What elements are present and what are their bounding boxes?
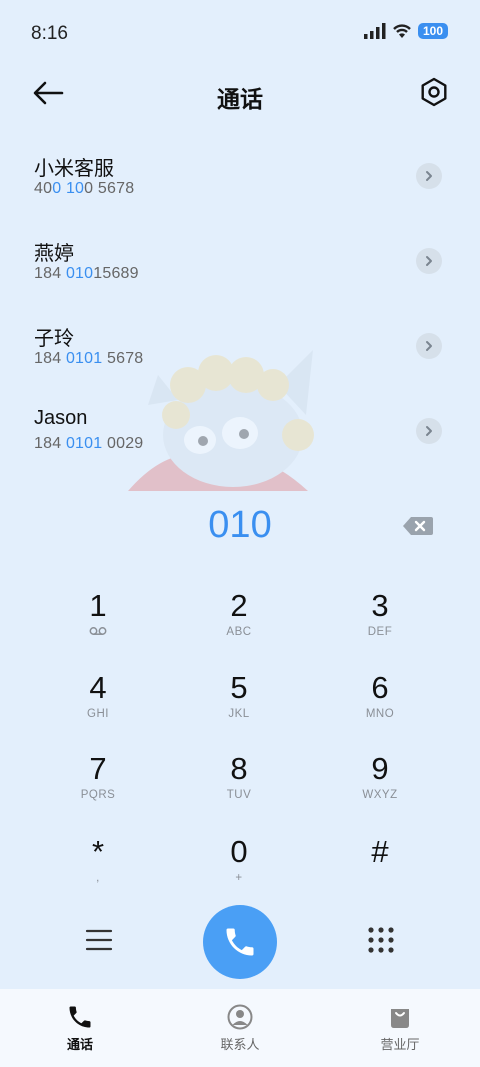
contact-number: 400 100 5678 (34, 180, 135, 197)
key-digit: 3 (371, 588, 389, 623)
contact-detail-button[interactable] (416, 418, 442, 444)
nav-item-calls[interactable]: 通话 (0, 989, 160, 1067)
menu-button[interactable] (84, 926, 114, 954)
page-title: 通话 (217, 86, 263, 112)
phone-icon (226, 928, 254, 956)
key-letters: PQRS (80, 789, 116, 801)
chevron-right-icon (426, 426, 432, 436)
key-letters: JKL (228, 708, 250, 720)
backspace-button[interactable] (402, 515, 434, 537)
backspace-icon (403, 517, 433, 535)
header: 通话 (0, 66, 480, 122)
key-3[interactable]: 3 DEF (320, 588, 440, 660)
nav-item-service-hall[interactable]: 营业厅 (320, 989, 480, 1067)
settings-button[interactable] (418, 76, 450, 108)
hamburger-menu-icon (85, 929, 113, 951)
key-digit: 6 (371, 670, 389, 705)
nav-item-contacts[interactable]: 联系人 (160, 989, 320, 1067)
chevron-right-icon (426, 171, 432, 181)
dialpad-icon (368, 927, 394, 953)
shopping-bag-icon (391, 1009, 409, 1028)
key-8[interactable]: 8 TUV (179, 751, 299, 823)
contact-name: 子玲 (34, 328, 74, 350)
contact-row[interactable]: 小米客服 400 100 5678 (0, 135, 480, 220)
key-9[interactable]: 9 WXYZ (320, 751, 440, 823)
contact-row[interactable]: 燕婷 184 01015689 (0, 220, 480, 305)
key-digit: 0 (230, 834, 248, 869)
key-2[interactable]: 2 ABC (179, 588, 299, 660)
dialpad-toggle-button[interactable] (366, 925, 396, 955)
contact-row[interactable]: Jason 184 0101 0029 (0, 390, 480, 475)
voicemail-icon (38, 626, 158, 642)
contact-number: 184 0101 5678 (34, 350, 144, 367)
chevron-right-icon (426, 341, 432, 351)
signal-icon (363, 23, 386, 39)
key-letters: WXYZ (362, 789, 398, 801)
battery-indicator: 100 (417, 23, 448, 39)
phone-icon (69, 1006, 91, 1028)
contact-row[interactable]: 子玲 184 0101 5678 (0, 305, 480, 390)
key-letters: , (96, 872, 100, 884)
key-digit: 8 (230, 751, 248, 786)
status-icons: 100 (363, 23, 448, 39)
arrow-left-icon (33, 81, 64, 105)
nav-label: 联系人 (220, 1037, 260, 1052)
nav-label: 通话 (66, 1037, 93, 1052)
bottom-nav: 通话 联系人 营业厅 (0, 989, 480, 1067)
status-bar: 8:16 100 (0, 0, 480, 66)
contact-detail-button[interactable] (416, 163, 442, 189)
key-digit: 2 (230, 588, 248, 623)
key-digit: 7 (89, 751, 107, 786)
wifi-icon (393, 24, 411, 38)
key-letters: TUV (226, 789, 252, 801)
key-7[interactable]: 7 PQRS (38, 751, 158, 823)
contact-name: 燕婷 (34, 243, 74, 265)
person-icon (227, 1004, 253, 1030)
key-hash[interactable]: # (320, 834, 440, 906)
call-button[interactable] (203, 905, 277, 979)
nav-label: 营业厅 (380, 1037, 420, 1052)
key-letters: GHI (87, 708, 109, 720)
status-time: 8:16 (31, 23, 68, 44)
contact-detail-button[interactable] (416, 248, 442, 274)
contact-name: Jason (34, 407, 88, 429)
key-0[interactable]: 0 + (179, 834, 299, 906)
contact-number: 184 01015689 (34, 265, 139, 282)
key-digit: # (371, 834, 389, 869)
key-letters: + (235, 872, 243, 884)
contact-detail-button[interactable] (416, 333, 442, 359)
key-6[interactable]: 6 MNO (320, 670, 440, 742)
chevron-right-icon (426, 256, 432, 266)
key-digit: 4 (89, 670, 107, 705)
key-digit: 5 (230, 670, 248, 705)
key-star[interactable]: * , (38, 834, 158, 906)
key-letters (320, 872, 440, 888)
key-digit: 9 (371, 751, 389, 786)
key-1[interactable]: 1 (38, 588, 158, 660)
key-digit: * (91, 834, 105, 869)
key-letters: ABC (226, 626, 252, 638)
contact-suggestions: 小米客服 400 100 5678 燕婷 184 01015689 子玲 184… (0, 135, 480, 475)
contact-number: 184 0101 0029 (34, 435, 144, 452)
key-letters: MNO (365, 708, 395, 720)
contact-name: 小米客服 (34, 158, 114, 180)
key-letters: DEF (367, 626, 393, 638)
key-digit: 1 (89, 588, 107, 623)
gear-icon (421, 77, 447, 107)
key-4[interactable]: 4 GHI (38, 670, 158, 742)
key-5[interactable]: 5 JKL (179, 670, 299, 742)
back-button[interactable] (30, 78, 66, 108)
